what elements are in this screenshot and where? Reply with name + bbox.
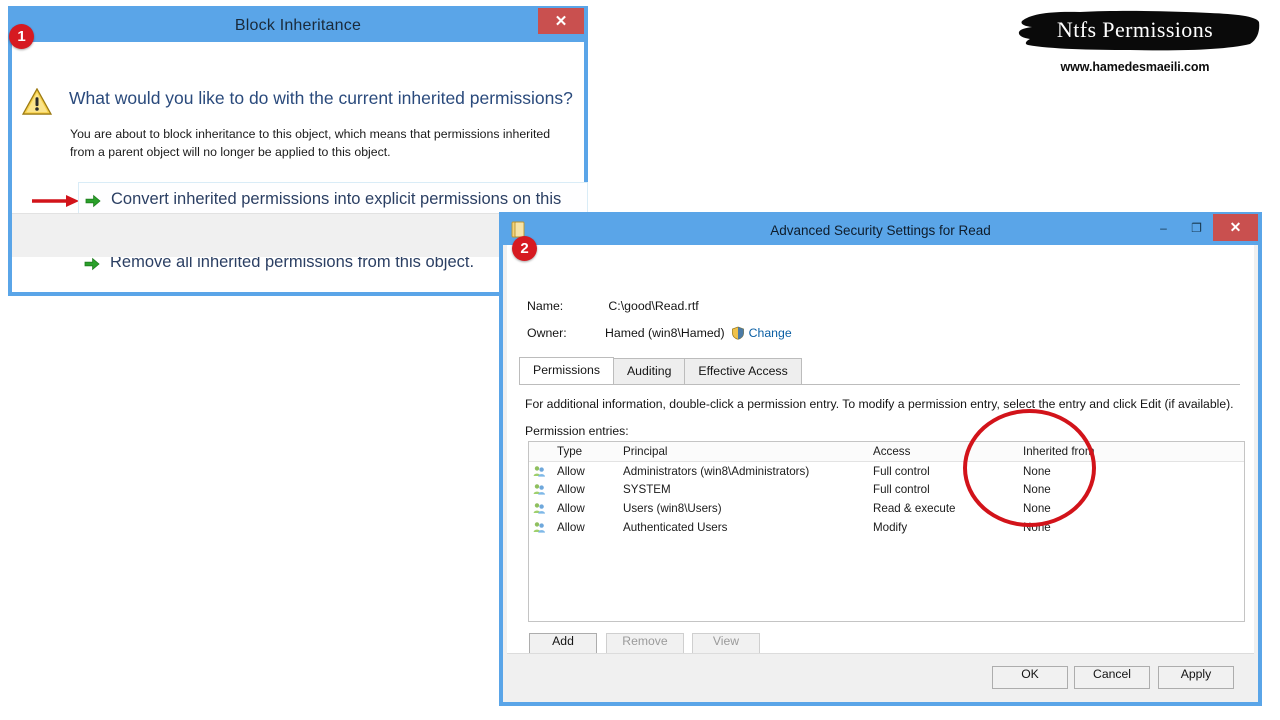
warning-triangle-icon	[22, 88, 52, 115]
owner-label: Owner:	[527, 326, 567, 340]
cell-principal: Authenticated Users	[623, 520, 728, 534]
table-row[interactable]: Allow Users (win8\Users) Read & execute …	[529, 499, 1244, 518]
cancel-button[interactable]: Cancel	[1074, 666, 1150, 689]
minimize-icon[interactable]: –	[1147, 214, 1180, 241]
info-text: For additional information, double-click…	[525, 397, 1234, 411]
remove-button: Remove	[606, 633, 684, 655]
cell-inherited-from: None	[1023, 501, 1051, 515]
name-field-row: Name: C:\good\Read.rtf	[527, 299, 699, 313]
red-pointer-arrow-annotation	[32, 195, 79, 207]
permission-entries-table[interactable]: Type Principal Access Inherited from All…	[528, 441, 1245, 622]
tab-bar: Permissions Auditing Effective Access	[519, 357, 802, 385]
dialog-button-bar: OK Cancel Apply	[507, 653, 1254, 702]
advanced-security-titlebar: Advanced Security Settings for Read – ❐ …	[503, 214, 1258, 245]
cell-access: Read & execute	[873, 501, 956, 515]
close-icon[interactable]: ✕	[538, 8, 584, 34]
header-principal: Principal	[623, 445, 668, 458]
cell-type: Allow	[557, 483, 585, 497]
cell-inherited-from: None	[1023, 520, 1051, 534]
group-icon	[529, 502, 557, 515]
header-inherited-from: Inherited from	[1023, 445, 1095, 458]
cell-principal: Administrators (win8\Administrators)	[623, 464, 810, 478]
screenshot-root: Block Inheritance ✕ What would you like …	[0, 0, 1280, 720]
owner-field-row: Owner: Hamed (win8\Hamed) Change	[527, 326, 792, 340]
brand-url: www.hamedesmaeili.com	[1060, 60, 1210, 74]
advanced-security-title: Advanced Security Settings for Read	[770, 223, 991, 238]
ok-button[interactable]: OK	[992, 666, 1068, 689]
cell-inherited-from: None	[1023, 483, 1051, 497]
maximize-icon[interactable]: ❐	[1180, 214, 1213, 241]
cell-access: Full control	[873, 483, 930, 497]
advanced-security-settings-dialog: Advanced Security Settings for Read – ❐ …	[499, 212, 1262, 706]
change-owner-link[interactable]: Change	[749, 326, 792, 340]
group-icon	[529, 465, 557, 478]
cell-type: Allow	[557, 464, 585, 478]
view-button: View	[692, 633, 760, 655]
cell-access: Modify	[873, 520, 908, 534]
annotation-badge-1: 1	[9, 24, 34, 49]
brand-name: Ntfs Permissions	[1056, 17, 1214, 42]
green-arrow-icon	[84, 257, 100, 271]
advanced-security-content: Name: C:\good\Read.rtf Owner: Hamed (win…	[507, 245, 1254, 689]
owner-value: Hamed (win8\Hamed)	[605, 326, 725, 340]
table-header-row: Type Principal Access Inherited from	[529, 442, 1244, 462]
table-row[interactable]: Allow SYSTEM Full control None	[529, 481, 1244, 500]
group-icon	[529, 521, 557, 534]
header-access: Access	[873, 445, 911, 458]
tab-permissions[interactable]: Permissions	[519, 357, 614, 385]
table-row[interactable]: Allow Authenticated Users Modify None	[529, 518, 1244, 537]
block-inheritance-headline: What would you like to do with the curre…	[69, 88, 573, 108]
block-inheritance-description: You are about to block inheritance to th…	[70, 127, 551, 159]
add-button[interactable]: Add	[529, 633, 597, 655]
name-value: C:\good\Read.rtf	[608, 299, 699, 313]
cell-principal: SYSTEM	[623, 483, 671, 497]
close-icon[interactable]: ✕	[1213, 214, 1258, 241]
cell-access: Full control	[873, 464, 930, 478]
tab-separator	[519, 384, 1240, 385]
table-row[interactable]: Allow Administrators (win8\Administrator…	[529, 462, 1244, 481]
permission-entries-label: Permission entries:	[525, 424, 629, 438]
cell-type: Allow	[557, 520, 585, 534]
apply-button[interactable]: Apply	[1158, 666, 1234, 689]
cell-principal: Users (win8\Users)	[623, 501, 722, 515]
cell-type: Allow	[557, 501, 585, 515]
header-type: Type	[557, 445, 583, 458]
annotation-badge-2: 2	[512, 236, 537, 261]
cell-inherited-from: None	[1023, 464, 1051, 478]
tab-auditing[interactable]: Auditing	[612, 358, 686, 385]
group-icon	[529, 483, 557, 496]
block-inheritance-titlebar: Block Inheritance ✕	[12, 8, 584, 42]
block-inheritance-title: Block Inheritance	[234, 17, 362, 34]
window-controls: – ❐ ✕	[1147, 214, 1258, 241]
name-label: Name:	[527, 299, 564, 313]
shield-icon	[731, 326, 744, 340]
tab-effective-access[interactable]: Effective Access	[684, 358, 802, 385]
green-arrow-icon	[85, 194, 101, 208]
brush-stroke-graphic: Ntfs Permissions	[1010, 8, 1260, 52]
brand-logo: Ntfs Permissions www.hamedesmaeili.com	[1000, 8, 1270, 74]
